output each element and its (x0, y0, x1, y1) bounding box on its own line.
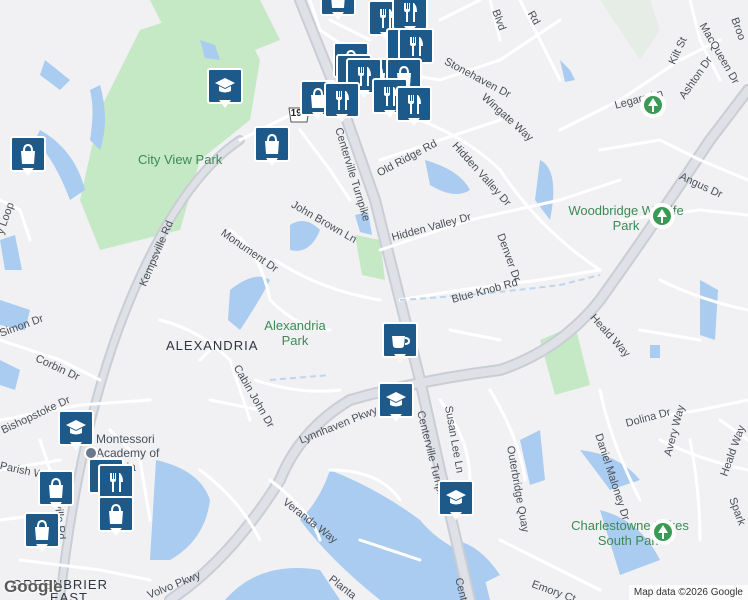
shopping-icon (331, 0, 345, 8)
restaurant-marker[interactable] (396, 86, 432, 126)
school-marker[interactable] (207, 68, 243, 108)
restaurant-icon (408, 95, 421, 114)
shopping-marker[interactable] (38, 470, 74, 510)
park-tree-icon[interactable] (650, 519, 676, 545)
school-icon (446, 490, 466, 505)
park-label-city-view: City View Park (138, 152, 223, 167)
google-logo: Google (4, 577, 63, 596)
school-marker[interactable] (378, 382, 414, 422)
restaurant-icon (110, 473, 123, 492)
park-label-alexandria: Alexandria Park (264, 318, 326, 348)
coffee-marker[interactable] (382, 322, 418, 362)
school-icon (66, 420, 86, 435)
school-marker[interactable] (58, 410, 94, 450)
shopping-icon (35, 519, 49, 540)
map-attribution[interactable]: Map data ©2026 Google (628, 585, 748, 600)
shopping-icon (21, 143, 35, 164)
shopping-marker[interactable] (98, 496, 134, 536)
restaurant-marker[interactable] (392, 0, 428, 34)
park-tree-icon[interactable] (640, 92, 666, 118)
park-label-charlestowne: Charlestowne Lakes South Park (571, 518, 689, 548)
shopping-icon (49, 477, 63, 498)
coffee-icon (392, 336, 411, 348)
restaurant-marker[interactable] (98, 464, 134, 504)
school-icon (386, 392, 406, 407)
restaurant-marker[interactable] (324, 82, 360, 122)
park-tree-icon[interactable] (649, 203, 675, 229)
shopping-icon (109, 503, 123, 524)
shopping-marker[interactable] (254, 126, 290, 166)
shopping-icon (265, 133, 279, 154)
school-icon (215, 78, 235, 93)
shopping-marker[interactable] (24, 512, 60, 552)
area-label-alexandria: ALEXANDRIA (166, 338, 259, 353)
shopping-marker[interactable] (320, 0, 356, 20)
school-marker[interactable] (438, 480, 474, 520)
map-canvas[interactable]: 190 Kempsville Rd Centerville Turnpike C… (0, 0, 748, 600)
restaurant-icon (336, 91, 349, 110)
shopping-marker[interactable] (10, 136, 46, 176)
restaurant-icon (404, 3, 417, 22)
restaurant-icon (410, 37, 423, 56)
